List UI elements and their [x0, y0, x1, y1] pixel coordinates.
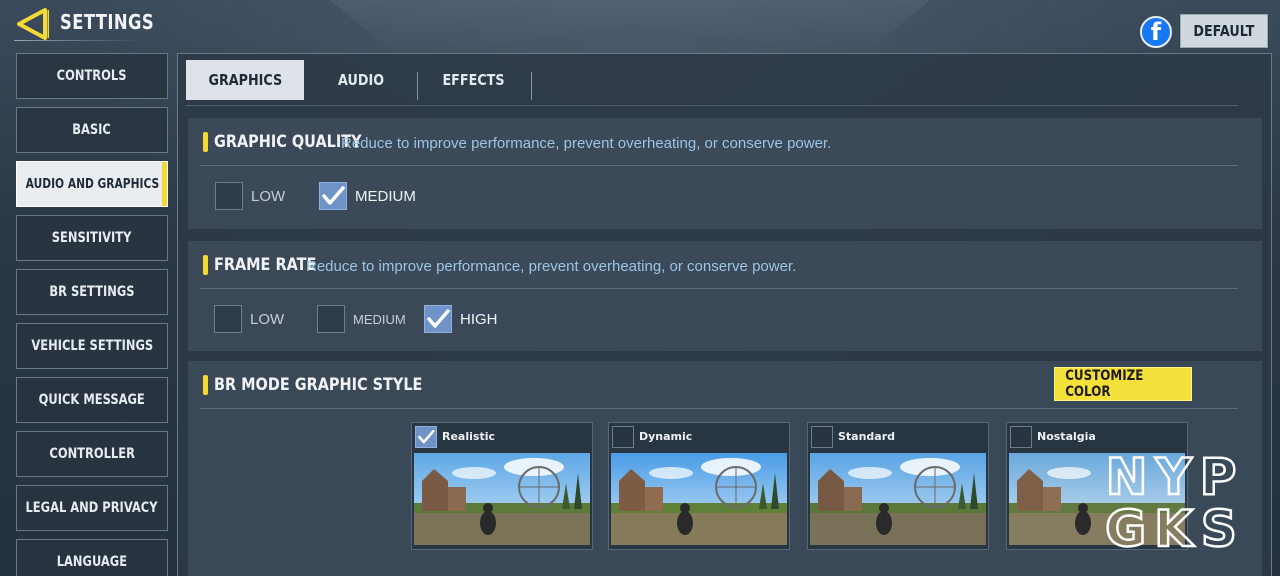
sidebar-item-label: QUICK MESSAGE	[38, 392, 146, 408]
tab-label: GRAPHICS	[208, 71, 282, 89]
facebook-icon[interactable]: f	[1140, 16, 1172, 48]
tab-label: EFFECTS	[442, 71, 506, 89]
sidebar-item-controller[interactable]: CONTROLLER	[16, 431, 168, 477]
sidebar-item-sensitivity[interactable]: SENSITIVITY	[16, 215, 168, 261]
sidebar-item-label: BR SETTINGS	[49, 284, 135, 300]
frame-rate-description: Reduce to improve performance, prevent o…	[306, 258, 797, 275]
graphic-quality-low-option[interactable]: LOW	[215, 182, 285, 210]
back-button[interactable]	[14, 6, 50, 42]
option-label: MEDIUM	[355, 187, 416, 205]
frame-rate-header: FRAME RATE Reduce to improve performance…	[188, 241, 1262, 288]
style-card-nostalgia[interactable]: Nostalgia	[1006, 422, 1188, 550]
sidebar-item-label: LANGUAGE	[56, 554, 128, 570]
sidebar-item-label: LEGAL AND PRIVACY	[25, 500, 159, 516]
checkbox[interactable]	[1010, 426, 1032, 448]
back-arrow-icon	[17, 8, 49, 40]
option-label: MEDIUM	[353, 311, 406, 327]
section-divider	[200, 288, 1238, 289]
sidebar-item-label: AUDIO AND GRAPHICS	[25, 176, 159, 192]
sidebar-item-label: BASIC	[72, 122, 112, 138]
sidebar-item-legal-and-privacy[interactable]: LEGAL AND PRIVACY	[16, 485, 168, 531]
style-card-label: Nostalgia	[1037, 430, 1096, 443]
tab-label: AUDIO	[337, 71, 385, 89]
section-accent	[203, 255, 208, 275]
graphic-quality-medium-option[interactable]: MEDIUM	[319, 182, 416, 210]
frame-rate-low-option[interactable]: LOW	[214, 305, 284, 333]
checkmark-icon	[322, 186, 345, 205]
sidebar-item-label: CONTROLS	[57, 68, 127, 84]
section-divider	[200, 408, 1238, 409]
option-label: LOW	[251, 187, 286, 205]
style-preview-image	[611, 453, 787, 545]
style-card-label: Dynamic	[639, 430, 693, 443]
style-card-standard[interactable]: Standard	[807, 422, 989, 550]
style-card-dynamic[interactable]: Dynamic	[608, 422, 790, 550]
tab-audio[interactable]: AUDIO	[302, 60, 420, 100]
page-title: SETTINGS	[60, 10, 155, 34]
sidebar-item-audio-and-graphics[interactable]: AUDIO AND GRAPHICS	[16, 161, 168, 207]
option-label: HIGH	[460, 310, 498, 328]
checkbox[interactable]	[214, 305, 242, 333]
section-accent	[203, 375, 208, 395]
title-underline	[14, 40, 142, 41]
sidebar-item-controls[interactable]: CONTROLS	[16, 53, 168, 99]
checkbox[interactable]	[215, 182, 243, 210]
br-mode-header: BR MODE GRAPHIC STYLE CUSTOMIZE COLOR	[188, 361, 1262, 408]
style-card-label: Standard	[838, 430, 896, 443]
customize-color-button[interactable]: CUSTOMIZE COLOR	[1054, 367, 1192, 401]
default-button-label: DEFAULT	[1193, 22, 1255, 40]
frame-rate-title: FRAME RATE	[214, 255, 317, 275]
settings-panel: GRAPHICS AUDIO EFFECTS GRAPHIC QUALITY R…	[177, 53, 1272, 576]
checkbox[interactable]	[612, 426, 634, 448]
style-preview-image	[414, 453, 590, 545]
tab-effects[interactable]: EFFECTS	[415, 60, 533, 100]
checkmark-icon	[427, 309, 450, 328]
tab-graphics[interactable]: GRAPHICS	[186, 60, 304, 100]
graphic-quality-section: GRAPHIC QUALITY Reduce to improve perfor…	[188, 118, 1262, 229]
sidebar-item-language[interactable]: LANGUAGE	[16, 539, 168, 576]
sidebar-item-label: SENSITIVITY	[52, 230, 132, 246]
tab-divider	[531, 72, 532, 100]
br-mode-section: BR MODE GRAPHIC STYLE CUSTOMIZE COLOR Re…	[188, 361, 1262, 576]
option-label: LOW	[250, 310, 285, 328]
graphic-quality-description: Reduce to improve performance, prevent o…	[341, 135, 832, 152]
style-card-label: Realistic	[442, 430, 495, 443]
br-mode-title: BR MODE GRAPHIC STYLE	[214, 375, 423, 395]
checkbox-checked[interactable]	[319, 182, 347, 210]
style-preview-image	[1009, 453, 1185, 545]
frame-rate-high-option[interactable]: HIGH	[424, 305, 498, 333]
checkbox-checked[interactable]	[424, 305, 452, 333]
sidebar-item-quick-message[interactable]: QUICK MESSAGE	[16, 377, 168, 423]
checkbox[interactable]	[317, 305, 345, 333]
sidebar-item-label: CONTROLLER	[49, 446, 135, 462]
sidebar-item-basic[interactable]: BASIC	[16, 107, 168, 153]
customize-color-label: CUSTOMIZE COLOR	[1065, 368, 1144, 400]
graphic-quality-header: GRAPHIC QUALITY Reduce to improve perfor…	[188, 118, 1262, 165]
checkbox-checked[interactable]	[415, 426, 437, 448]
section-accent	[203, 132, 208, 152]
sidebar-item-vehicle-settings[interactable]: VEHICLE SETTINGS	[16, 323, 168, 369]
tab-underline	[186, 105, 1238, 106]
checkbox[interactable]	[811, 426, 833, 448]
checkmark-icon	[418, 429, 435, 444]
frame-rate-medium-option[interactable]: MEDIUM	[317, 305, 406, 333]
style-card-realistic[interactable]: Realistic	[411, 422, 593, 550]
frame-rate-section: FRAME RATE Reduce to improve performance…	[188, 241, 1262, 351]
graphic-quality-title: GRAPHIC QUALITY	[214, 132, 362, 152]
default-button[interactable]: DEFAULT	[1180, 14, 1268, 48]
section-divider	[200, 165, 1238, 166]
style-preview-image	[810, 453, 986, 545]
tab-bar: GRAPHICS AUDIO EFFECTS	[186, 60, 1246, 100]
sidebar-item-label: VEHICLE SETTINGS	[31, 338, 153, 354]
sidebar-item-br-settings[interactable]: BR SETTINGS	[16, 269, 168, 315]
